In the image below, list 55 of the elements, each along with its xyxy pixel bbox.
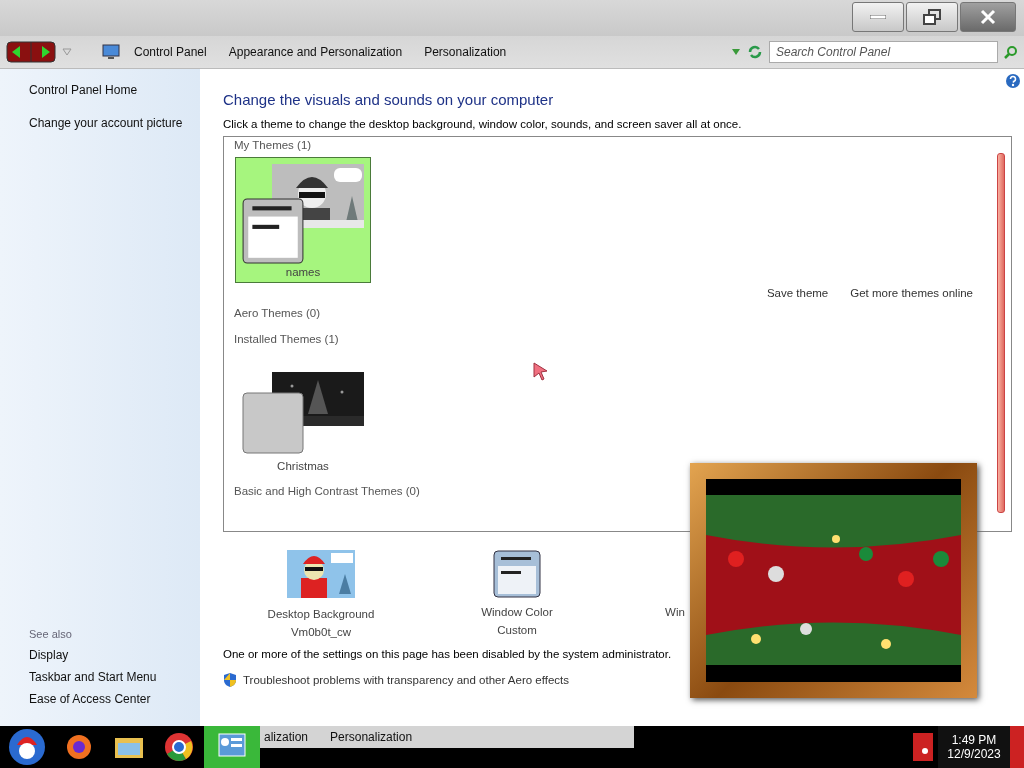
search-icon[interactable] [1004, 45, 1018, 59]
search-field[interactable]: Search Control Panel [769, 41, 998, 63]
dropdown-icon[interactable] [731, 48, 741, 56]
clock[interactable]: 1:49 PM 12/9/2023 [938, 726, 1010, 768]
cursor-icon [533, 362, 549, 382]
page-heading: Change the visuals and sounds on your computer [223, 91, 555, 108]
scrollbar[interactable] [997, 153, 1005, 513]
admin-notice: One or more of the settings on this page has been disabled by the system administrator. [223, 648, 672, 660]
close-button[interactable] [960, 2, 1016, 32]
sidebar-link[interactable]: Change your account picture [29, 116, 200, 130]
back-forward-icon[interactable] [6, 41, 56, 63]
minimize-button[interactable] [852, 2, 904, 32]
setting-value: Custom [497, 624, 537, 636]
theme-tile[interactable]: Christmas [235, 351, 371, 477]
see-also-link[interactable]: Ease of Access Center [29, 692, 200, 706]
theme-name: Christmas [277, 460, 329, 472]
see-also-link[interactable]: Display [29, 648, 200, 662]
browser-icon[interactable] [65, 733, 93, 761]
restore-icon [923, 9, 941, 25]
tray-icon[interactable] [913, 733, 933, 761]
monitor-icon [102, 44, 120, 60]
refresh-icon[interactable] [747, 44, 763, 60]
sidebar-link[interactable]: Control Panel Home [29, 83, 200, 97]
breadcrumb[interactable]: Personalization [416, 45, 515, 59]
shield-icon [223, 672, 237, 688]
minimize-icon [870, 15, 886, 19]
restore-button[interactable] [906, 2, 958, 32]
window-preview-icon [242, 198, 304, 264]
see-also-heading: See also [29, 628, 73, 640]
window-preview-icon [242, 392, 304, 454]
theme-link[interactable]: Save theme [766, 287, 829, 299]
window-color-icon [493, 550, 541, 598]
group-heading: My Themes (1) [234, 139, 313, 151]
setting-value: Vm0b0t_cw [290, 626, 352, 638]
close-icon [980, 9, 996, 25]
taskbar-item[interactable]: alization [264, 730, 309, 744]
page-description: Click a theme to change the desktop background, window color, sounds, and screen saver all at once. [223, 118, 743, 130]
breadcrumb[interactable]: Control Panel [126, 45, 215, 59]
browser-icon[interactable] [164, 732, 194, 762]
start-button[interactable] [7, 727, 47, 767]
troubleshoot-link[interactable]: Troubleshoot problems with transparency and other Aero effects [243, 674, 569, 686]
group-heading: Aero Themes (0) [234, 307, 322, 319]
breadcrumb[interactable]: Appearance and Personalization [220, 45, 411, 59]
setting-label[interactable]: Desktop Background [267, 608, 375, 620]
theme-tile[interactable]: names [235, 157, 371, 283]
theme-link[interactable]: Get more themes online [850, 287, 973, 299]
help-icon[interactable] [1005, 73, 1021, 89]
photo-frame-gadget[interactable] [690, 463, 977, 698]
setting-label[interactable]: Window Color [481, 606, 553, 618]
theme-name: names [285, 266, 321, 278]
setting-label[interactable]: Win [665, 606, 685, 618]
see-also-link[interactable]: Taskbar and Start Menu [29, 670, 200, 684]
group-heading: Installed Themes (1) [234, 333, 340, 345]
taskbar-item[interactable]: Personalization [330, 730, 413, 744]
group-heading: Basic and High Contrast Themes (0) [234, 485, 421, 497]
